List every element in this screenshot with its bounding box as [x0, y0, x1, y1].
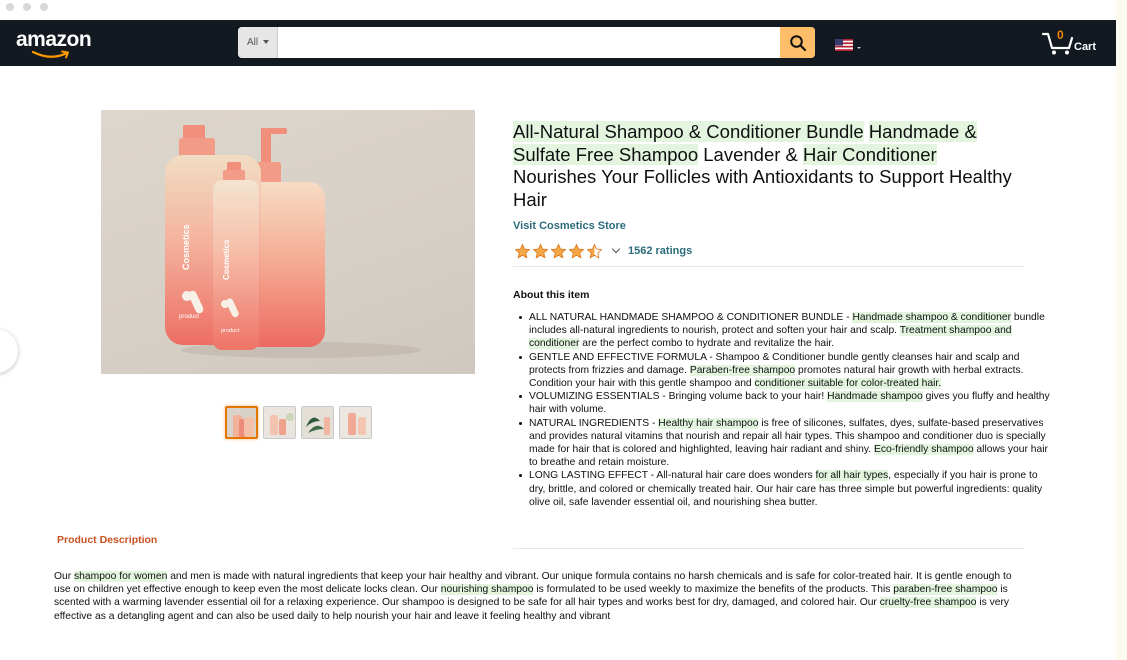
star-icon [586, 243, 603, 258]
search-category-dropdown[interactable]: All [238, 27, 278, 58]
text-segment: NATURAL INGREDIENTS - [529, 417, 659, 429]
search-input[interactable] [279, 27, 780, 58]
search-icon [789, 34, 806, 51]
text-segment: are the perfect combo to hydrate and rev… [579, 338, 835, 350]
cart-button[interactable]: 0 Cart [1040, 26, 1100, 60]
cart-count: 0 [1057, 28, 1064, 42]
carousel-prev-button[interactable] [0, 329, 18, 373]
ratings-count-link[interactable]: 1562 ratings [628, 245, 692, 257]
cart-label: Cart [1074, 41, 1097, 53]
text-segment: is formulated to be used weekly to maxim… [533, 584, 894, 596]
thumbnail-3[interactable] [301, 406, 334, 439]
highlighted-keyword: Handmade shampoo [827, 391, 923, 403]
product-description-heading: Product Description [57, 534, 158, 546]
about-bullet: LONG LASTING EFFECT - All-natural hair c… [519, 469, 1053, 509]
window-maximize-dot[interactable] [40, 3, 48, 11]
divider [513, 548, 1024, 549]
visit-store-link[interactable]: Visit Cosmetics Store [513, 220, 626, 232]
highlighted-keyword: conditioner suitable for color-treated h… [754, 378, 942, 390]
text-segment: LONG LASTING EFFECT - All-natural hair c… [529, 470, 816, 482]
highlighted-keyword: for all hair types [815, 470, 889, 482]
thumbnail-bottles-icon [227, 408, 256, 437]
thumbnail-4[interactable] [339, 406, 372, 439]
highlighted-keyword: Healthy hair shampoo [658, 417, 759, 429]
title-part: All-Natural Shampoo & Conditioner Bundle [513, 121, 864, 142]
amazon-logo[interactable]: amazon [16, 28, 96, 60]
chevron-down-icon[interactable] [611, 244, 621, 254]
about-bullet: VOLUMIZING ESSENTIALS - Bringing volume … [519, 390, 1053, 416]
svg-text:product: product [179, 314, 199, 320]
search-button[interactable] [780, 27, 815, 58]
title-part: Nourishes Your Follicles with Antioxidan… [513, 166, 1012, 210]
search-category-label: All [247, 37, 259, 48]
about-bullet: GENTLE AND EFFECTIVE FORMULA - Shampoo &… [519, 351, 1053, 391]
rating-row: 1562 ratings [514, 241, 692, 261]
top-navbar: amazon All 0 Cart [0, 20, 1116, 66]
highlighted-keyword: cruelty-free shampoo [879, 597, 977, 609]
svg-text:Cosmetics: Cosmetics [222, 239, 231, 280]
search-bar: All [238, 27, 815, 58]
about-heading: About this item [513, 289, 590, 301]
window-titlebar [0, 0, 1116, 20]
text-segment: ALL NATURAL HANDMADE SHAMPOO & CONDITION… [529, 312, 853, 323]
highlighted-keyword: Paraben-free shampoo [689, 364, 796, 376]
star-icon [514, 243, 531, 258]
thumbnail-plant-icon [302, 407, 333, 438]
thumbnail-2[interactable] [263, 406, 296, 439]
star-icon [568, 243, 585, 258]
highlighted-keyword: Eco-friendly shampoo [873, 444, 974, 456]
text-segment: Our [54, 571, 75, 582]
thumbnail-product-icon [264, 407, 295, 438]
divider [513, 266, 1024, 267]
svg-text:product: product [221, 328, 240, 334]
title-part: Lavender & [698, 143, 804, 165]
shampoo-bottles-image: Cosmetics product Cosmetics product [165, 125, 421, 358]
main-product-image[interactable]: Cosmetics product Cosmetics product [101, 110, 475, 374]
logo-smile-icon [31, 50, 69, 59]
thumbnail-strip [225, 406, 372, 439]
text-segment: VOLUMIZING ESSENTIALS - Bringing volume … [529, 391, 828, 403]
browser-window: amazon All 0 Cart Cosmetics product Cosm… [0, 0, 1116, 660]
us-flag-icon [835, 39, 861, 51]
highlighted-keyword: paraben-free shampoo [893, 584, 998, 596]
about-bullet: NATURAL INGREDIENTS - Healthy hair shamp… [519, 417, 1053, 470]
chevron-down-icon [263, 40, 270, 45]
title-part: Hair Conditioner [803, 143, 937, 165]
star-icon [550, 243, 567, 258]
star-rating[interactable] [514, 243, 603, 260]
about-bullet: ALL NATURAL HANDMADE SHAMPOO & CONDITION… [519, 311, 1053, 351]
highlighted-keyword: nourishing shampoo [440, 584, 534, 596]
product-title: All-Natural Shampoo & Conditioner Bundle… [513, 121, 1025, 211]
window-close-dot[interactable] [6, 3, 14, 11]
svg-text:Cosmetics: Cosmetics [181, 224, 191, 270]
thumbnail-1[interactable] [225, 406, 258, 439]
about-bullets: ALL NATURAL HANDMADE SHAMPOO & CONDITION… [519, 311, 1053, 509]
language-selector[interactable] [835, 38, 863, 52]
window-minimize-dot[interactable] [23, 3, 31, 11]
highlighted-keyword: Handmade shampoo & conditioner [852, 312, 1012, 323]
product-description-text: Our shampoo for women and men is made wi… [54, 570, 1029, 623]
thumbnail-bottle-icon [340, 407, 371, 438]
star-icon [532, 243, 549, 258]
highlighted-keyword: shampoo for women [74, 571, 168, 582]
logo-text: amazon [16, 28, 92, 51]
